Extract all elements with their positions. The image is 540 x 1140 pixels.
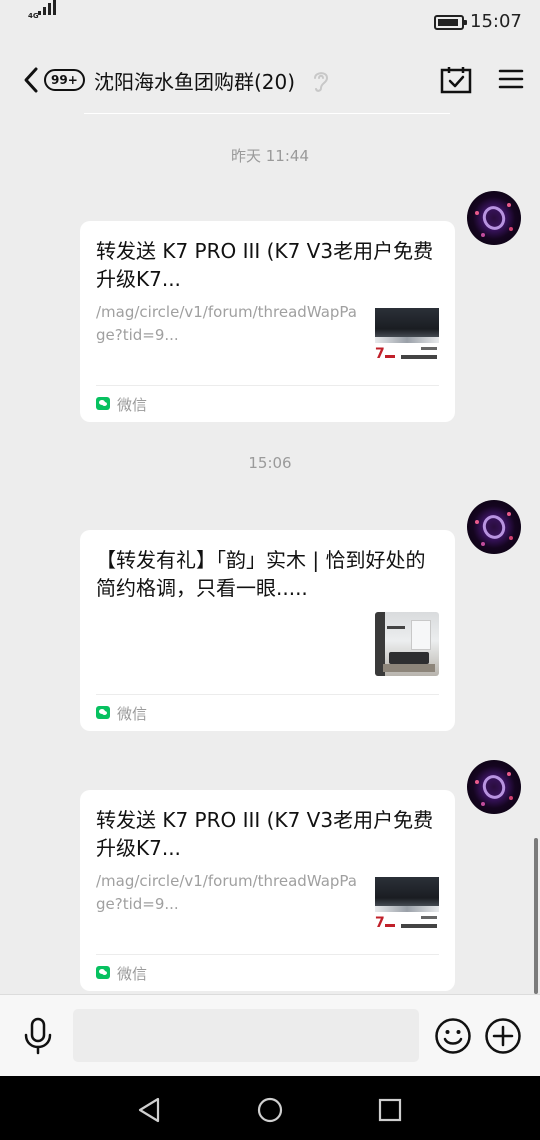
card-description: /mag/circle/v1/forum/threadWapPage?tid=9… <box>96 303 357 344</box>
wechat-icon <box>96 706 110 719</box>
unread-badge[interactable]: 99+ <box>44 69 85 91</box>
source-label: 微信 <box>117 965 148 983</box>
card-title: 转发送 K7 PRO III (K7 V3老用户免费升级K7... <box>96 239 434 291</box>
battery-icon <box>434 15 467 30</box>
k7-product-thumbnail: 7 <box>375 303 439 367</box>
wechat-icon <box>96 966 110 979</box>
avatar[interactable] <box>467 760 521 814</box>
k7-product-thumbnail: 7 <box>375 872 439 936</box>
back-icon[interactable] <box>22 66 40 94</box>
message-timestamp: 15:06 <box>248 454 292 472</box>
card-divider <box>96 694 439 695</box>
system-nav-bar <box>0 1076 540 1140</box>
status-bar: 4G 15:07 <box>0 0 540 46</box>
source-label: 微信 <box>117 705 148 723</box>
chat-title: 沈阳海水鱼团购群(20) <box>94 70 296 94</box>
message-timestamp: 昨天 11:44 <box>231 147 309 165</box>
chat-header: 99+ 沈阳海水鱼团购群(20) <box>0 46 540 114</box>
menu-icon[interactable] <box>498 68 524 90</box>
living-room-thumbnail <box>375 612 439 676</box>
input-bar <box>0 994 540 1076</box>
ear-icon <box>314 72 329 92</box>
card-title: 【转发有礼】「韵」实木 | 恰到好处的简约格调，只看一眼..... <box>96 548 426 600</box>
nav-home-icon[interactable] <box>256 1096 284 1124</box>
chat-scrollbar[interactable] <box>534 838 538 994</box>
status-time: 15:07 <box>470 11 522 32</box>
nav-back-icon[interactable] <box>136 1096 162 1124</box>
microphone-icon[interactable] <box>20 1017 56 1055</box>
link-card[interactable]: 【转发有礼】「韵」实木 | 恰到好处的简约格调，只看一眼..... 微信 <box>80 530 455 731</box>
wechat-icon <box>96 397 110 410</box>
link-card[interactable]: 转发送 K7 PRO III (K7 V3老用户免费升级K7... /mag/c… <box>80 221 455 422</box>
emoji-icon[interactable] <box>434 1017 472 1055</box>
thumb-brand: 7 <box>375 915 385 931</box>
header-divider <box>84 113 450 114</box>
avatar[interactable] <box>467 191 521 245</box>
card-title: 转发送 K7 PRO III (K7 V3老用户免费升级K7... <box>96 808 434 860</box>
card-divider <box>96 385 439 386</box>
plus-icon[interactable] <box>484 1017 522 1055</box>
card-description: /mag/circle/v1/forum/threadWapPage?tid=9… <box>96 872 357 913</box>
card-divider <box>96 954 439 955</box>
thumb-brand: 7 <box>375 346 385 362</box>
source-label: 微信 <box>117 396 148 414</box>
calendar-check-icon[interactable] <box>440 66 472 94</box>
message-input[interactable] <box>73 1009 419 1062</box>
avatar[interactable] <box>467 500 521 554</box>
nav-recents-icon[interactable] <box>378 1098 402 1122</box>
signal-icon: 4G <box>28 0 58 32</box>
link-card[interactable]: 转发送 K7 PRO III (K7 V3老用户免费升级K7... /mag/c… <box>80 790 455 991</box>
